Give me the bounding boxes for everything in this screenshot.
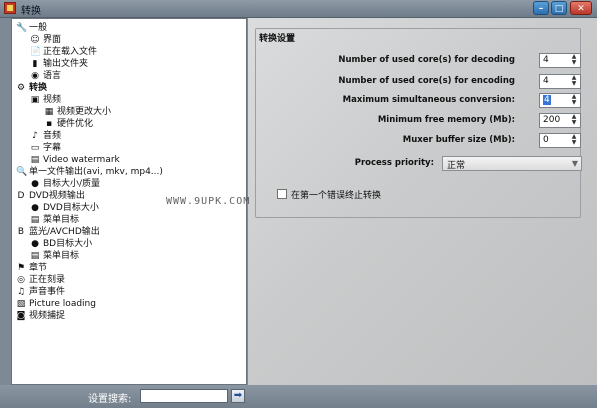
spinner-arrows-icon[interactable]: ▲ ▼ bbox=[570, 134, 578, 147]
tree-item-label: 菜单目标 bbox=[43, 215, 80, 225]
tree-item-label: DVD视频输出 bbox=[29, 191, 85, 201]
group-title: 转换设置 bbox=[259, 34, 296, 44]
window-title: 转换 bbox=[21, 6, 41, 17]
tree-item-label: 正在载入文件 bbox=[43, 47, 98, 57]
process-priority-label: Process priority: bbox=[354, 158, 434, 168]
setting-spinner[interactable]: 4 ▲ ▼ bbox=[539, 93, 581, 108]
spinner-arrows-icon[interactable]: ▲ ▼ bbox=[570, 75, 578, 88]
maximize-button[interactable]: □ bbox=[551, 1, 567, 15]
tree-item-label: 硬件优化 bbox=[57, 119, 94, 129]
tree-item-label: BD目标大小 bbox=[43, 239, 93, 249]
target-icon: ● bbox=[31, 203, 39, 213]
setting-spinner[interactable]: 4 ▲ ▼ bbox=[539, 74, 581, 89]
tree-item-label: 视频捕捉 bbox=[29, 311, 66, 321]
target-icon: ● bbox=[31, 239, 39, 249]
tree-item-label: 单一文件输出(avi, mkv, mp4...) bbox=[29, 167, 163, 177]
setting-spinner[interactable]: 4 ▲ ▼ bbox=[539, 53, 581, 68]
search-label: 设置搜索: bbox=[88, 394, 132, 405]
tools-icon: 🔧 bbox=[16, 23, 28, 33]
stop-on-error-label: 在第一个错误终止转换 bbox=[291, 191, 382, 201]
globe-icon: ◉ bbox=[31, 71, 39, 81]
tree-item-label: 菜单目标 bbox=[43, 251, 80, 261]
tree-item-label: 音频 bbox=[43, 131, 62, 141]
video-icon: ▣ bbox=[30, 95, 40, 105]
tree-item-label: Video watermark bbox=[43, 155, 120, 165]
output-icon: 🔍 bbox=[16, 167, 28, 177]
bottom-bar: 设置搜索: ➡ bbox=[0, 385, 597, 408]
capture-icon: ◙ bbox=[16, 311, 26, 321]
setting-label: Muxer buffer size (Mb): bbox=[402, 135, 515, 145]
setting-value: 4 bbox=[543, 76, 549, 86]
conversion-settings-group: 转换设置 Process priority: 正常 ▼ 在第一个错误终止转换 N… bbox=[255, 28, 582, 218]
spinner-arrows-icon[interactable]: ▲ ▼ bbox=[570, 54, 578, 67]
chevron-down-icon: ▼ bbox=[571, 159, 578, 168]
process-priority-value: 正常 bbox=[447, 161, 466, 171]
dvd-icon: D bbox=[17, 191, 25, 201]
picture-icon: ▧ bbox=[16, 299, 26, 309]
setting-value: 200 bbox=[543, 115, 561, 125]
tree-item-label: DVD目标大小 bbox=[43, 203, 99, 213]
sound-icon: ♫ bbox=[16, 287, 26, 297]
folder-icon: ▮ bbox=[32, 59, 38, 69]
setting-label: Number of used core(s) for encoding bbox=[338, 76, 515, 86]
tree-item-label: 声音事件 bbox=[29, 287, 66, 297]
tree-item-label: 章节 bbox=[29, 263, 48, 273]
chip-icon: ▪ bbox=[45, 119, 53, 129]
tree-item-label: 语言 bbox=[43, 71, 62, 81]
setting-spinner[interactable]: 0 ▲ ▼ bbox=[539, 133, 581, 148]
stop-on-error-checkbox[interactable] bbox=[277, 189, 287, 199]
settings-panel: 转换设置 Process priority: 正常 ▼ 在第一个错误终止转换 N… bbox=[248, 18, 597, 385]
tree-item-label: 正在刻录 bbox=[29, 275, 66, 285]
bluray-icon: B bbox=[17, 227, 25, 237]
file-icon: 📄 bbox=[30, 47, 42, 57]
setting-value: 4 bbox=[543, 95, 551, 105]
music-icon: ♪ bbox=[32, 131, 38, 141]
setting-value: 4 bbox=[543, 55, 549, 65]
spinner-arrows-icon[interactable]: ▲ ▼ bbox=[570, 94, 578, 107]
resize-icon: ▦ bbox=[44, 107, 54, 117]
setting-value: 0 bbox=[543, 135, 549, 145]
gear-icon: ⚙ bbox=[16, 83, 26, 93]
tree-item-label: 界面 bbox=[43, 35, 62, 45]
setting-label: Minimum free memory (Mb): bbox=[377, 115, 515, 125]
setting-spinner[interactable]: 200 ▲ ▼ bbox=[539, 113, 581, 128]
tree-item-label: 输出文件夹 bbox=[43, 59, 89, 69]
search-input[interactable] bbox=[140, 389, 228, 403]
burn-icon: ◎ bbox=[17, 275, 25, 285]
tree-item-label: 目标大小/质量 bbox=[43, 179, 101, 189]
tree-item-label: 一般 bbox=[29, 23, 48, 33]
tree-item-label: 视频 bbox=[43, 95, 62, 105]
setting-label: Maximum simultaneous conversion: bbox=[342, 95, 515, 105]
tree-item-label: Picture loading bbox=[29, 299, 96, 309]
setting-label: Number of used core(s) for decoding bbox=[338, 55, 515, 65]
tree-item-label: 蓝光/AVCHD输出 bbox=[29, 227, 100, 237]
title-bar: 转换 – □ ✕ bbox=[0, 0, 597, 18]
subtitle-icon: ▭ bbox=[30, 143, 40, 153]
flag-icon: ⚑ bbox=[16, 263, 26, 273]
spinner-arrows-icon[interactable]: ▲ ▼ bbox=[570, 114, 578, 127]
target-icon: ● bbox=[31, 179, 39, 189]
tree-item-label: 字幕 bbox=[43, 143, 62, 153]
minimize-button[interactable]: – bbox=[533, 1, 549, 15]
watermark-text: WWW.9UPK.COM bbox=[166, 196, 251, 207]
process-priority-select[interactable]: 正常 ▼ bbox=[442, 156, 582, 171]
search-go-button[interactable]: ➡ bbox=[231, 389, 245, 403]
app-icon bbox=[4, 2, 16, 14]
tree-item-label: 视频更改大小 bbox=[57, 107, 112, 117]
watermark-icon: ▤ bbox=[30, 155, 40, 165]
menu-icon: ▤ bbox=[30, 215, 40, 225]
close-button[interactable]: ✕ bbox=[570, 1, 592, 15]
tree-item-label: 转换 bbox=[29, 83, 48, 93]
menu-icon: ▤ bbox=[30, 251, 40, 261]
face-icon: ☺ bbox=[30, 35, 40, 45]
